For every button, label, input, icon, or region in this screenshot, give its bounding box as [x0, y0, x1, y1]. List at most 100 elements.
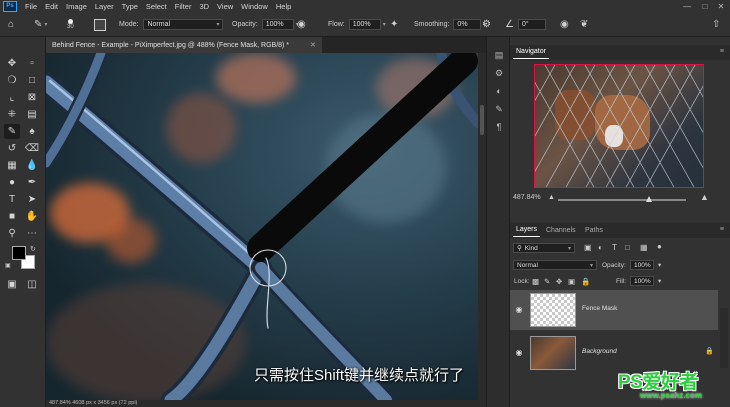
- visibility-eye-icon[interactable]: ◉: [514, 304, 524, 314]
- panel-menu-icon[interactable]: ≡: [720, 48, 724, 55]
- close-icon[interactable]: ✕: [714, 0, 728, 12]
- opacity-input[interactable]: 100%: [261, 19, 294, 30]
- symmetry-icon[interactable]: ❦: [580, 12, 588, 37]
- filter-pixel-icon[interactable]: ▣: [584, 243, 592, 252]
- tab-paths[interactable]: Paths: [582, 223, 606, 237]
- more-tools-icon[interactable]: ⋯: [24, 226, 40, 241]
- gradient-tool-icon[interactable]: ▦: [4, 158, 20, 173]
- close-tab-icon[interactable]: ✕: [310, 37, 316, 53]
- lock-all-icon[interactable]: 🔒: [581, 277, 590, 286]
- brush-tool-icon[interactable]: ✎: [4, 124, 20, 139]
- chevron-down-icon[interactable]: ▾: [383, 21, 386, 28]
- marquee-tool-icon[interactable]: □: [24, 73, 40, 88]
- quick-mask-icon[interactable]: ▣: [4, 277, 20, 292]
- filter-toggle-icon[interactable]: ●: [657, 242, 662, 251]
- menu-view[interactable]: View: [213, 2, 237, 11]
- home-icon[interactable]: ⌂: [8, 12, 14, 37]
- angle-input[interactable]: 0°: [517, 19, 546, 30]
- navigator-zoom-slider[interactable]: [558, 199, 686, 201]
- menu-help[interactable]: Help: [272, 2, 295, 11]
- rectangle-tool-icon[interactable]: ■: [4, 209, 20, 224]
- maximize-icon[interactable]: □: [698, 0, 712, 12]
- airbrush-icon[interactable]: ✦: [390, 12, 398, 37]
- swap-colors-icon[interactable]: ↻: [30, 245, 36, 253]
- artboard-tool-icon[interactable]: ▫: [24, 56, 40, 71]
- menu-3d[interactable]: 3D: [195, 2, 213, 11]
- stamp-tool-icon[interactable]: ♠: [24, 124, 40, 139]
- screen-mode-icon[interactable]: ◫: [24, 277, 40, 292]
- canvas[interactable]: [46, 53, 478, 400]
- smoothing-settings-icon[interactable]: ⚙: [482, 12, 491, 37]
- patch-tool-icon[interactable]: ▤: [24, 107, 40, 122]
- type-tool-icon[interactable]: T: [4, 192, 20, 207]
- menu-window[interactable]: Window: [237, 2, 272, 11]
- brush-settings-icon[interactable]: [94, 12, 106, 37]
- chevron-down-icon[interactable]: ▾: [658, 261, 661, 269]
- tab-channels[interactable]: Channels: [543, 223, 579, 237]
- navigator-zoom-value[interactable]: 487.84%: [513, 194, 541, 201]
- move-tool-icon[interactable]: ✥: [4, 56, 20, 71]
- default-colors-icon[interactable]: ▣: [5, 262, 11, 269]
- filter-smart-icon[interactable]: ▦: [640, 243, 648, 252]
- blend-mode-select[interactable]: Normal ▾: [513, 260, 597, 270]
- crop-tool-icon[interactable]: ⌞: [4, 90, 20, 105]
- history-brush-icon[interactable]: ↺: [4, 141, 20, 156]
- document-tab[interactable]: Behind Fence - Example - PiXimperfect.jp…: [46, 37, 322, 53]
- lock-artboard-icon[interactable]: ▣: [568, 277, 575, 286]
- filter-shape-icon[interactable]: □: [625, 243, 630, 252]
- eyedropper-tool-icon[interactable]: ⁜: [4, 107, 20, 122]
- visibility-eye-icon[interactable]: ◉: [514, 347, 524, 357]
- blur-tool-icon[interactable]: 💧: [24, 158, 40, 173]
- foreground-color-swatch[interactable]: [12, 246, 26, 260]
- scrollbar-thumb[interactable]: [480, 105, 484, 135]
- lock-position-icon[interactable]: ✥: [556, 277, 562, 286]
- eraser-tool-icon[interactable]: ⌫: [24, 141, 40, 156]
- share-icon[interactable]: ⇧: [712, 12, 720, 37]
- frame-tool-icon[interactable]: ⊠: [24, 90, 40, 105]
- pen-tool-icon[interactable]: ✒: [24, 175, 40, 190]
- filter-adjustment-icon[interactable]: ◐: [598, 243, 603, 252]
- navigator-header: Navigator ≡: [510, 45, 730, 60]
- menu-select[interactable]: Select: [142, 2, 171, 11]
- menu-type[interactable]: Type: [118, 2, 142, 11]
- smoothing-input[interactable]: 0%: [453, 19, 482, 30]
- layer-opacity-input[interactable]: 100%: [630, 260, 654, 270]
- menu-filter[interactable]: Filter: [171, 2, 196, 11]
- layer-row-fence-mask[interactable]: ◉ Fence Mask: [510, 290, 718, 330]
- brush-tool-icon[interactable]: ✎ ▾: [34, 12, 47, 37]
- history-icon[interactable]: ▤: [493, 49, 505, 61]
- brushes-icon[interactable]: ✎: [493, 103, 505, 115]
- hand-tool-icon[interactable]: ✋: [24, 209, 40, 224]
- chevron-down-icon[interactable]: ▾: [658, 277, 661, 285]
- panel-menu-icon[interactable]: ≡: [720, 226, 724, 233]
- zoom-tool-icon[interactable]: ⚲: [4, 226, 20, 241]
- properties-icon[interactable]: ⚙: [493, 67, 505, 79]
- dodge-tool-icon[interactable]: ●: [4, 175, 20, 190]
- pressure-size-icon[interactable]: ◉: [560, 12, 569, 37]
- mode-select[interactable]: Normal ▾: [143, 19, 224, 30]
- lock-transparent-icon[interactable]: ▩: [532, 277, 539, 286]
- tab-layers[interactable]: Layers: [513, 223, 541, 237]
- menu-edit[interactable]: Edit: [41, 2, 62, 11]
- navigator-preview[interactable]: [534, 64, 704, 188]
- flow-input[interactable]: 100%: [348, 19, 381, 30]
- zoom-slider-knob[interactable]: [646, 196, 652, 202]
- paragraph-icon[interactable]: ¶: [493, 121, 505, 133]
- filter-kind-select[interactable]: ⚲ Kind ▾: [513, 243, 575, 253]
- brush-preset-picker[interactable]: 30: [67, 12, 74, 37]
- lasso-tool-icon[interactable]: ❍: [4, 73, 20, 88]
- adjustments-icon[interactable]: ◐: [493, 85, 505, 97]
- menu-file[interactable]: File: [21, 2, 41, 11]
- zoom-in-icon[interactable]: ▲: [700, 192, 709, 202]
- menu-image[interactable]: Image: [62, 2, 91, 11]
- layers-scrollbar[interactable]: [720, 308, 728, 368]
- minimize-icon[interactable]: —: [680, 0, 694, 12]
- filter-type-icon[interactable]: T: [612, 243, 617, 252]
- zoom-out-icon[interactable]: ▲: [548, 194, 555, 201]
- menu-layer[interactable]: Layer: [91, 2, 118, 11]
- tab-navigator[interactable]: Navigator: [513, 45, 549, 59]
- fill-input[interactable]: 100%: [630, 276, 654, 286]
- pressure-opacity-icon[interactable]: ◉: [297, 12, 306, 37]
- lock-image-icon[interactable]: ✎: [544, 277, 550, 286]
- path-select-tool-icon[interactable]: ➤: [24, 192, 40, 207]
